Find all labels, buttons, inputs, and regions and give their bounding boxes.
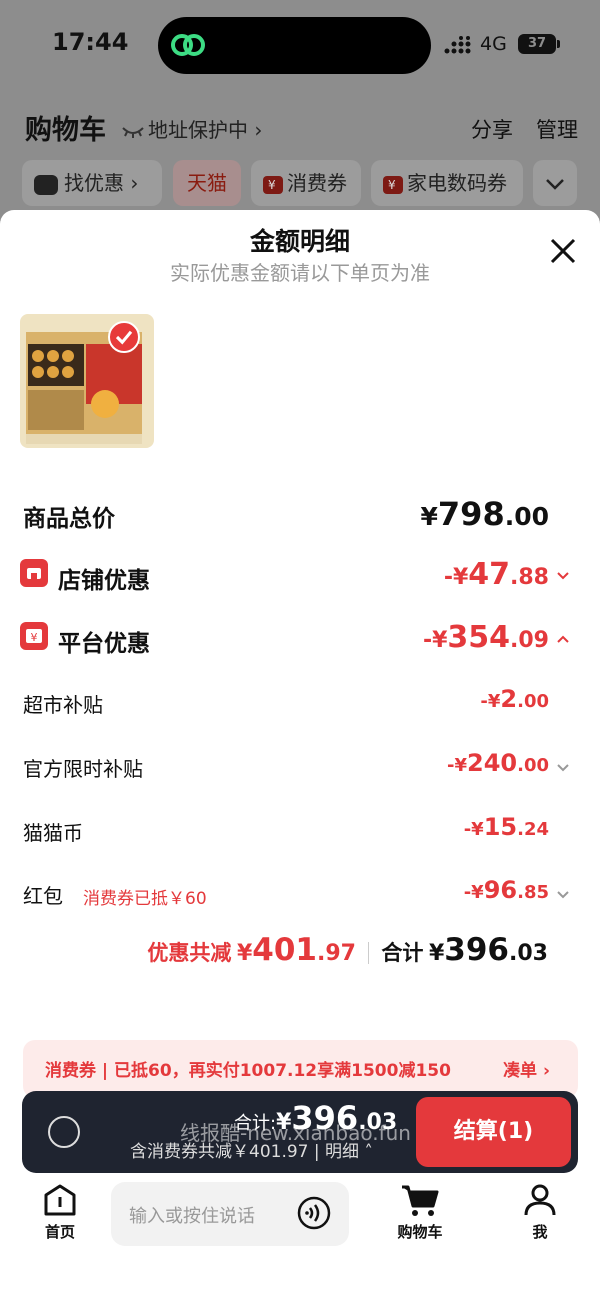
- home-icon: [44, 1184, 76, 1216]
- closed-eye-icon: [122, 126, 144, 138]
- chips-expand-button[interactable]: [533, 160, 577, 206]
- tab-home[interactable]: 首页: [20, 1183, 100, 1242]
- yuan-coupon-icon: ¥: [20, 622, 48, 650]
- coupon-icon: [383, 162, 403, 208]
- row-store-discount[interactable]: 店铺优惠 -¥47.88: [0, 557, 600, 597]
- chip-find-deals[interactable]: 找优惠 ›: [22, 160, 162, 206]
- red-packet-label: 红包: [23, 884, 63, 908]
- add-items-link[interactable]: 凑单 ›: [503, 1056, 550, 1081]
- checkout-button[interactable]: 结算(1): [416, 1097, 571, 1167]
- signal-icon: [444, 36, 471, 54]
- chevron-down-icon[interactable]: [556, 763, 570, 773]
- chevron-down-icon[interactable]: [556, 890, 570, 900]
- select-all-radio[interactable]: [48, 1116, 80, 1148]
- row-cat-coins: 猫猫币 -¥15.24: [0, 813, 600, 853]
- row-supermarket-subsidy: 超市补贴 -¥2.00: [0, 685, 600, 725]
- background-page: 17:44 4G 37 购物车 地址保护中 › 分享 管理 找优惠 › 天猫 消…: [0, 0, 600, 220]
- coupon-promo-bar[interactable]: 消费券 | 已抵60，再实付1007.12享满1500减150 凑单 ›: [23, 1040, 578, 1098]
- cart-icon: [402, 1185, 439, 1216]
- chevron-up-icon[interactable]: [556, 634, 570, 644]
- total-saved: 优惠共减 ¥401.97: [147, 932, 356, 968]
- platform-discount-value: -¥354.09: [422, 620, 549, 655]
- goods-total-value: ¥798.00: [420, 495, 550, 533]
- red-packet-note: 消费券已抵￥60: [83, 889, 207, 909]
- chip-consumer-coupon[interactable]: 消费券: [251, 160, 361, 208]
- chip-label: 找优惠: [64, 171, 124, 195]
- row-platform-discount[interactable]: ¥ 平台优惠 -¥354.09: [0, 620, 600, 660]
- coupon-promo-text: 消费券 | 已抵60，再实付1007.12享满1500减150: [45, 1061, 451, 1081]
- total-amount: 合计 ¥396.03: [381, 932, 548, 968]
- close-icon[interactable]: [549, 237, 577, 265]
- chip-label: 家电数码券: [407, 171, 507, 195]
- link-icon: [171, 34, 205, 56]
- bottom-tab-bar: 首页 输入或按住说话 购物车 我: [0, 1178, 600, 1300]
- cat-coins-label: 猫猫币: [23, 821, 83, 845]
- chip-label: 消费券: [287, 171, 347, 195]
- page-title: 购物车: [25, 115, 106, 146]
- tab-me[interactable]: 我: [500, 1183, 580, 1242]
- red-packet-value: -¥96.85: [463, 876, 549, 904]
- platform-discount-label: 平台优惠: [58, 631, 150, 657]
- cat-icon: [34, 174, 58, 195]
- share-button[interactable]: 分享: [471, 114, 513, 144]
- tab-cart[interactable]: 购物车: [380, 1183, 460, 1242]
- checked-icon: [108, 321, 140, 353]
- address-protect-label: 地址保护中: [148, 118, 248, 142]
- supermarket-subsidy-label: 超市补贴: [23, 693, 103, 717]
- status-time: 17:44: [52, 28, 129, 56]
- store-discount-label: 店铺优惠: [58, 568, 150, 594]
- store-icon: [20, 559, 48, 587]
- status-bar: 17:44 4G 37: [0, 0, 600, 90]
- network-type: 4G: [480, 33, 507, 55]
- row-red-packet[interactable]: 红包 消费券已抵￥60 -¥96.85: [0, 876, 600, 916]
- coupon-icon: [263, 162, 283, 208]
- svg-text:¥: ¥: [31, 631, 38, 644]
- chevron-down-icon[interactable]: [556, 571, 570, 581]
- goods-total-label: 商品总价: [23, 506, 115, 532]
- chip-appliance-coupon[interactable]: 家电数码券: [371, 160, 523, 208]
- filter-chips: 找优惠 › 天猫 消费券 家电数码券: [0, 160, 600, 208]
- tab-home-label: 首页: [44, 1223, 75, 1241]
- user-icon: [524, 1184, 556, 1216]
- official-subsidy-value: -¥240.00: [447, 749, 549, 777]
- store-discount-value: -¥47.88: [443, 557, 549, 592]
- watermark-text: 线报酷-new.xianbao.fun: [180, 1121, 411, 1145]
- battery-tip: [557, 40, 560, 48]
- address-protect-link[interactable]: 地址保护中 ›: [122, 114, 262, 143]
- voice-input-box[interactable]: 输入或按住说话: [111, 1182, 349, 1246]
- voice-icon[interactable]: [297, 1196, 331, 1230]
- battery-icon: 37: [518, 34, 556, 54]
- cart-header: 购物车 地址保护中 › 分享 管理: [0, 100, 600, 150]
- supermarket-subsidy-value: -¥2.00: [480, 685, 549, 713]
- sheet-title: 金额明细: [249, 227, 350, 256]
- divider: [368, 942, 369, 964]
- cat-coins-value: -¥15.24: [463, 813, 549, 841]
- tab-cart-label: 购物车: [397, 1223, 443, 1241]
- chevron-down-icon: [546, 179, 564, 190]
- manage-button[interactable]: 管理: [536, 114, 578, 144]
- chip-tmall[interactable]: 天猫: [173, 160, 241, 206]
- sheet-subtitle: 实际优惠金额请以下单页为准: [170, 261, 430, 285]
- row-official-subsidy[interactable]: 官方限时补贴 -¥240.00: [0, 749, 600, 789]
- summary-line: 优惠共减 ¥401.97 合计 ¥396.03: [0, 932, 600, 976]
- tab-me-label: 我: [532, 1223, 548, 1241]
- official-subsidy-label: 官方限时补贴: [23, 757, 143, 781]
- row-goods-total: 商品总价 ¥798.00: [0, 495, 600, 535]
- voice-input-placeholder: 输入或按住说话: [129, 1206, 255, 1227]
